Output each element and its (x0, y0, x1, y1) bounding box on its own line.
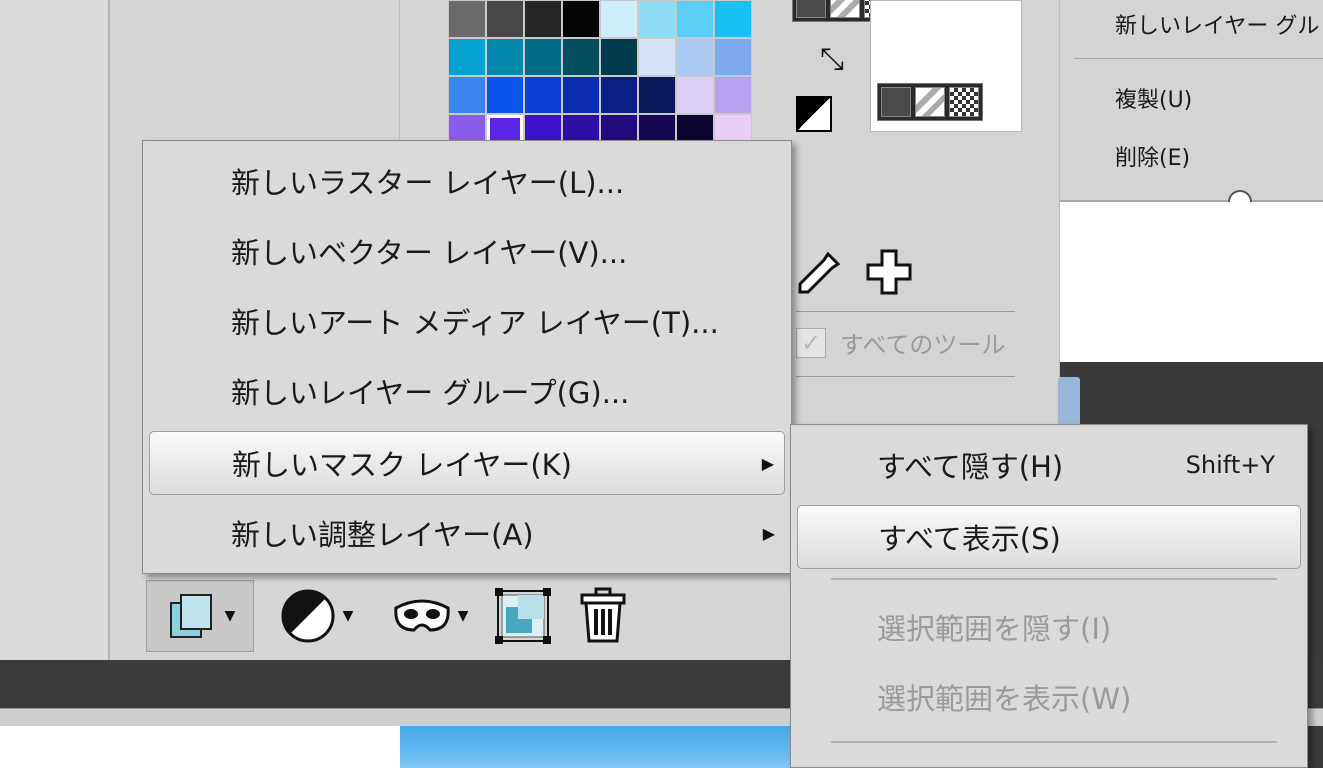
menu-item-new-vector-layer[interactable]: 新しいベクター レイヤー(V)... (149, 219, 785, 283)
all-tools-checkbox[interactable]: ✓ (796, 327, 826, 358)
panel-tab[interactable] (1058, 377, 1080, 427)
image-thumbnail-photo (400, 726, 800, 768)
color-swatch[interactable] (600, 38, 638, 76)
color-swatch[interactable] (524, 38, 562, 76)
menu-item-new-layer-group[interactable]: 新しいレイヤー グループ(G)... (149, 359, 785, 423)
all-tools-option[interactable]: ✓ すべてのツール (796, 325, 1005, 360)
menu-item-label: 新しいラスター レイヤー(L)... (231, 166, 625, 200)
plus-icon[interactable] (864, 247, 914, 297)
color-swatch[interactable] (486, 0, 524, 38)
divider (796, 376, 1015, 377)
menu-item-label: 選択範囲を隠す(I) (877, 612, 1112, 646)
color-swatch[interactable] (638, 38, 676, 76)
trash-icon (580, 587, 626, 643)
pattern-style-icon[interactable] (949, 87, 979, 117)
divider (796, 311, 1015, 312)
duplicate-item[interactable]: 複製(U) (1115, 82, 1192, 114)
background-color-swatch[interactable] (870, 0, 1022, 132)
menu-item-label: 新しいアート メディア レイヤー(T)... (231, 306, 719, 340)
menu-item-label: すべて表示(S) (878, 522, 1061, 556)
left-strip (0, 0, 110, 660)
solid-style-icon[interactable] (796, 0, 826, 18)
color-swatch[interactable] (448, 0, 486, 38)
materials-panel: ⤡ ✓ すべてのツール (792, 0, 1060, 425)
menu-item-label: 選択範囲を表示(W) (877, 682, 1132, 716)
color-swatch[interactable] (524, 0, 562, 38)
shortcut-label: Shift+Y (1185, 451, 1275, 479)
color-palette-panel (400, 0, 792, 152)
color-swatch[interactable] (562, 0, 600, 38)
color-swatch[interactable] (714, 76, 752, 114)
submenu-arrow-icon: ▶ (761, 453, 774, 473)
layer-context-menu-partial: 新しいレイヤー グル 複製(U) 削除(E) (1060, 0, 1323, 214)
mask-icon (393, 599, 450, 632)
color-swatch[interactable] (486, 38, 524, 76)
image-thumbnail-white (0, 726, 400, 768)
menu-item-label: 新しいレイヤー グループ(G)... (231, 376, 630, 410)
new-mask-layer-button[interactable]: ▼ (380, 580, 480, 652)
color-swatch[interactable] (448, 76, 486, 114)
dropdown-arrow-icon: ▼ (342, 608, 354, 624)
menu-item-show-selection[interactable]: 選択範囲を表示(W) (797, 665, 1301, 729)
adjustment-layer-icon (281, 589, 335, 643)
new-layer-button[interactable]: ▼ (146, 580, 254, 652)
canvas-area (1060, 202, 1323, 362)
dropdown-arrow-icon: ▼ (457, 608, 469, 624)
menu-item-label: すべて隠す(H) (877, 450, 1064, 484)
solid-style-icon[interactable] (881, 87, 911, 117)
color-swatch[interactable] (486, 76, 524, 114)
mask-layer-submenu: すべて隠す(H) Shift+Y すべて表示(S) 選択範囲を隠す(I) 選択範… (790, 424, 1308, 768)
color-swatch[interactable] (638, 76, 676, 114)
menu-item-label: 新しいベクター レイヤー(V)... (231, 236, 628, 270)
new-adjustment-layer-button[interactable]: ▼ (266, 580, 366, 652)
gradient-style-icon[interactable] (915, 87, 945, 117)
color-swatch[interactable] (562, 76, 600, 114)
delete-layer-button[interactable] (572, 580, 634, 652)
eyedropper-icon[interactable] (792, 250, 842, 294)
menu-item-hide-selection[interactable]: 選択範囲を隠す(I) (797, 595, 1301, 659)
all-tools-label: すべてのツール (840, 331, 1006, 359)
swap-colors-icon[interactable]: ⤡ (812, 42, 852, 78)
menu-item-new-raster-layer[interactable]: 新しいラスター レイヤー(L)... (149, 149, 785, 213)
new-layer-icon (169, 594, 212, 638)
color-swatch[interactable] (600, 0, 638, 38)
menu-item-show-all[interactable]: すべて表示(S) (797, 505, 1301, 569)
swatch-grid (448, 0, 752, 152)
color-swatch[interactable] (600, 76, 638, 114)
menu-separator (831, 741, 1277, 743)
color-swatch[interactable] (676, 38, 714, 76)
menu-item-hide-all[interactable]: すべて隠す(H) Shift+Y (797, 433, 1301, 497)
color-swatch[interactable] (714, 38, 752, 76)
menu-item-new-mask-layer[interactable]: 新しいマスク レイヤー(K) ▶ (149, 431, 785, 495)
new-layer-menu: 新しいラスター レイヤー(L)... 新しいベクター レイヤー(V)... 新し… (142, 140, 792, 574)
menu-item-label: 新しいマスク レイヤー(K) (232, 448, 572, 482)
new-layer-group-item[interactable]: 新しいレイヤー グル (1115, 8, 1319, 40)
menu-separator (1074, 58, 1323, 59)
menu-item-new-adjustment-layer[interactable]: 新しい調整レイヤー(A) ▶ (149, 501, 785, 565)
color-swatch[interactable] (676, 0, 714, 38)
bg-style-row[interactable] (877, 83, 983, 121)
gradient-style-icon[interactable] (830, 0, 860, 18)
delete-item[interactable]: 削除(E) (1115, 140, 1190, 172)
black-white-reset-icon[interactable] (796, 96, 832, 132)
color-swatch[interactable] (448, 38, 486, 76)
menu-separator (831, 578, 1277, 580)
layer-toolbar: ▼ ▼ ▼ (140, 572, 792, 660)
color-swatch[interactable] (714, 0, 752, 38)
color-swatch[interactable] (562, 38, 600, 76)
layer-frame-button[interactable] (492, 580, 554, 652)
dropdown-arrow-icon: ▼ (224, 608, 236, 624)
color-swatch[interactable] (638, 0, 676, 38)
menu-item-new-art-media-layer[interactable]: 新しいアート メディア レイヤー(T)... (149, 289, 785, 353)
color-swatch[interactable] (524, 76, 562, 114)
submenu-arrow-icon: ▶ (762, 523, 775, 543)
layer-frame-icon (495, 588, 551, 644)
color-swatch[interactable] (676, 76, 714, 114)
menu-item-label: 新しい調整レイヤー(A) (231, 518, 534, 552)
